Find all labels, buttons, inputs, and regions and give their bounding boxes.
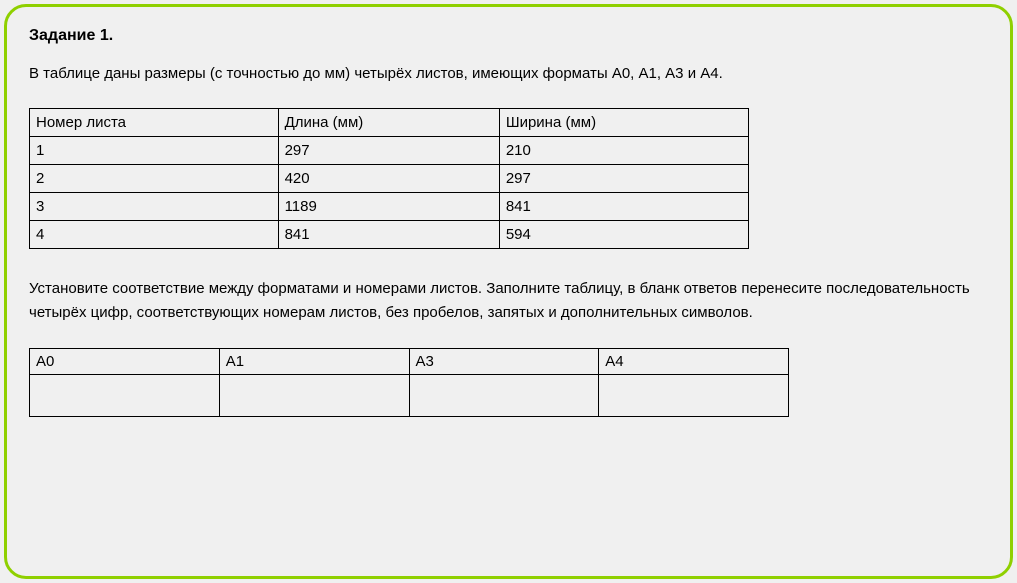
task-card: Задание 1. В таблице даны размеры (с точ… — [4, 4, 1013, 579]
table-row: 4 841 594 — [30, 220, 749, 248]
cell: 3 — [30, 192, 279, 220]
cell: 841 — [278, 220, 499, 248]
answer-header-1: А1 — [219, 349, 409, 375]
answer-cell-0[interactable] — [30, 375, 220, 417]
task-title: Задание 1. — [29, 27, 988, 45]
table-row: 1 297 210 — [30, 136, 749, 164]
cell: 1 — [30, 136, 279, 164]
cell: 4 — [30, 220, 279, 248]
data-header-2: Ширина (мм) — [499, 108, 748, 136]
data-header-0: Номер листа — [30, 108, 279, 136]
cell: 297 — [278, 136, 499, 164]
table-row: 3 1189 841 — [30, 192, 749, 220]
answer-header-2: А3 — [409, 349, 599, 375]
task-intro: В таблице даны размеры (с точностью до м… — [29, 63, 988, 86]
cell: 210 — [499, 136, 748, 164]
answer-header-3: А4 — [599, 349, 789, 375]
table-row: 2 420 297 — [30, 164, 749, 192]
data-header-1: Длина (мм) — [278, 108, 499, 136]
cell: 2 — [30, 164, 279, 192]
cell: 841 — [499, 192, 748, 220]
cell: 594 — [499, 220, 748, 248]
answer-table: А0 А1 А3 А4 — [29, 348, 789, 417]
answer-row — [30, 375, 789, 417]
data-table: Номер листа Длина (мм) Ширина (мм) 1 297… — [29, 108, 749, 249]
answer-header-0: А0 — [30, 349, 220, 375]
cell: 297 — [499, 164, 748, 192]
task-instructions: Установите соответствие между форматами … — [29, 277, 988, 327]
answer-cell-1[interactable] — [219, 375, 409, 417]
answer-cell-3[interactable] — [599, 375, 789, 417]
cell: 420 — [278, 164, 499, 192]
cell: 1189 — [278, 192, 499, 220]
answer-cell-2[interactable] — [409, 375, 599, 417]
